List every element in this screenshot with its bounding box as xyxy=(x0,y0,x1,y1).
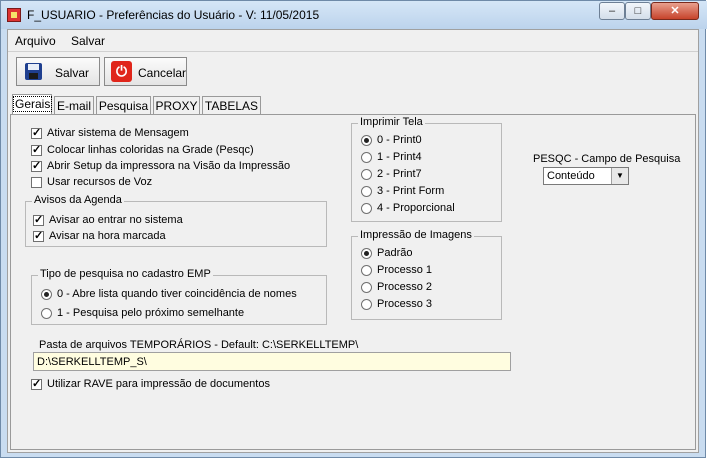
checkbox[interactable]: ✓ xyxy=(31,145,42,156)
save-button-label: Salvar xyxy=(55,66,90,80)
cancel-button[interactable]: ⏻ Cancelar xyxy=(104,57,187,86)
maximize-button[interactable]: □ xyxy=(625,2,651,20)
menu-salvar[interactable]: Salvar xyxy=(71,34,105,48)
radio-button[interactable] xyxy=(361,248,372,259)
radio-button[interactable] xyxy=(361,135,372,146)
tab-proxy[interactable]: PROXY xyxy=(153,96,200,114)
save-button[interactable]: Salvar xyxy=(16,57,100,86)
group-title: Tipo de pesquisa no cadastro EMP xyxy=(38,268,213,280)
menu-arquivo[interactable]: Arquivo xyxy=(15,34,56,48)
tab-gerais[interactable]: Gerais xyxy=(12,94,53,115)
radio-button[interactable] xyxy=(41,289,52,300)
group-impressao-imagens: Impressão de Imagens Padrão Processo 1 P… xyxy=(351,229,502,320)
radio-button[interactable] xyxy=(361,169,372,180)
radio-button[interactable] xyxy=(361,282,372,293)
radio-button[interactable] xyxy=(361,299,372,310)
group-title: Impressão de Imagens xyxy=(358,229,474,241)
checkbox[interactable] xyxy=(31,177,42,188)
cancel-button-label: Cancelar xyxy=(138,66,187,80)
radio-button[interactable] xyxy=(41,308,52,319)
checkbox[interactable]: ✓ xyxy=(33,231,44,242)
pesqc-select-value: Conteúdo xyxy=(547,170,595,182)
floppy-disk-icon xyxy=(25,63,42,80)
group-avisos-agenda: Avisos da Agenda ✓ Avisar ao entrar no s… xyxy=(25,194,327,247)
pesqc-label: PESQC - Campo de Pesquisa xyxy=(533,153,681,165)
chevron-down-icon[interactable]: ▼ xyxy=(611,168,628,184)
group-tipo-pesquisa: Tipo de pesquisa no cadastro EMP 0 - Abr… xyxy=(31,268,327,325)
tab-pesquisa[interactable]: Pesquisa xyxy=(96,96,151,114)
pasta-temporarios-input[interactable] xyxy=(33,352,511,371)
minimize-button[interactable]: – xyxy=(599,2,625,20)
checkbox[interactable]: ✓ xyxy=(31,379,42,390)
power-icon: ⏻ xyxy=(111,61,132,82)
tab-email[interactable]: E-mail xyxy=(54,96,94,114)
tab-panel-gerais: ✓ Ativar sistema de Mensagem ✓ Colocar l… xyxy=(10,114,696,450)
pasta-label: Pasta de arquivos TEMPORÁRIOS - Default:… xyxy=(39,339,359,351)
group-title: Imprimir Tela xyxy=(358,116,425,128)
close-button[interactable]: ✕ xyxy=(651,2,699,20)
radio-button[interactable] xyxy=(361,203,372,214)
group-title: Avisos da Agenda xyxy=(32,194,124,206)
checkbox[interactable]: ✓ xyxy=(33,215,44,226)
app-icon xyxy=(7,8,21,22)
tab-tabelas[interactable]: TABELAS xyxy=(202,96,261,114)
radio-button[interactable] xyxy=(361,265,372,276)
main-window: F_USUARIO - Preferências do Usuário - V:… xyxy=(0,0,707,458)
radio-button[interactable] xyxy=(361,152,372,163)
toolbar-divider xyxy=(8,51,698,52)
radio-button[interactable] xyxy=(361,186,372,197)
window-title: F_USUARIO - Preferências do Usuário - V:… xyxy=(27,8,320,22)
title-bar[interactable]: F_USUARIO - Preferências do Usuário - V:… xyxy=(1,1,707,29)
pesqc-select[interactable]: Conteúdo ▼ xyxy=(543,167,629,185)
group-imprimir-tela: Imprimir Tela 0 - Print0 1 - Print4 2 - … xyxy=(351,116,502,222)
client-area: Arquivo Salvar Salvar ⏻ Cancelar Gerais … xyxy=(7,29,699,453)
checkbox[interactable]: ✓ xyxy=(31,128,42,139)
menu-bar: Arquivo Salvar xyxy=(8,30,698,50)
checkbox[interactable]: ✓ xyxy=(31,161,42,172)
